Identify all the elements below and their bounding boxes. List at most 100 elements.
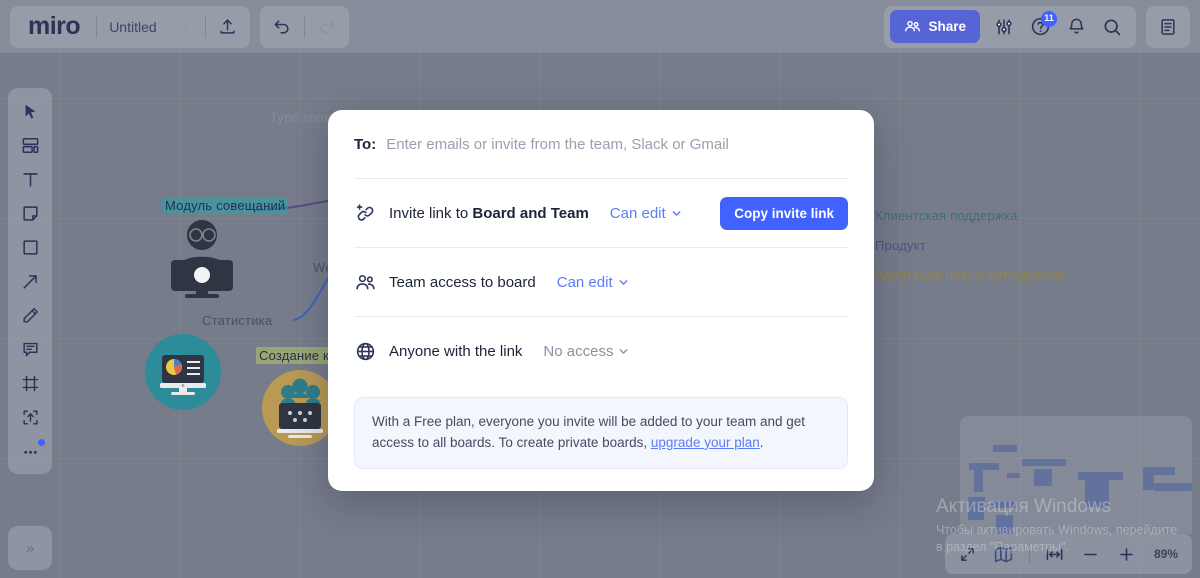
more-tools[interactable] <box>13 436 47 466</box>
star-icon[interactable] <box>165 9 201 45</box>
zoom-level-label[interactable]: 89% <box>1146 547 1186 561</box>
upload-tool[interactable] <box>13 402 47 432</box>
redo-icon[interactable] <box>309 9 345 45</box>
canvas-label-product: Продукт <box>875 238 926 253</box>
text-tool[interactable] <box>13 164 47 194</box>
notes-group <box>1146 5 1190 48</box>
placeholder-mid2: or <box>668 135 690 153</box>
minimap-item <box>1078 472 1123 480</box>
canvas-illustration-analytics <box>145 334 221 410</box>
help-badge: 11 <box>1041 10 1057 27</box>
canvas-ghost-text: Type some <box>270 110 336 125</box>
sliders-icon[interactable] <box>986 9 1022 45</box>
invite-link-label: Invite link to Board and Team <box>389 205 589 222</box>
frame-tool[interactable] <box>13 368 47 398</box>
email-input[interactable]: Enter emails or invite from the team, Sl… <box>386 135 848 153</box>
anyone-with-link-row: Anyone with the link No access <box>328 317 874 385</box>
invite-link-permission-select[interactable]: Can edit <box>610 205 682 222</box>
divider <box>204 15 206 38</box>
anyone-permission-value: No access <box>543 342 614 360</box>
pen-tool[interactable] <box>13 300 47 330</box>
search-icon[interactable] <box>1094 9 1130 45</box>
invite-link-prefix: Invite link to <box>389 204 473 222</box>
minimap-item <box>1034 469 1052 486</box>
free-plan-notice: With a Free plan, everyone you invite wi… <box>354 397 848 469</box>
divider <box>303 15 305 38</box>
minimap-item <box>1007 473 1020 478</box>
to-label: To: <box>354 135 377 153</box>
frame-icon <box>21 374 40 393</box>
chevron-down-icon <box>618 277 629 288</box>
minimap-item <box>1154 483 1192 491</box>
anyone-with-link-label: Anyone with the link <box>389 342 523 360</box>
canvas-illustration-person <box>165 218 240 298</box>
map-icon[interactable] <box>987 538 1021 570</box>
link-plus-icon <box>354 203 376 224</box>
minimap-item <box>968 505 984 520</box>
cursor-tool[interactable] <box>13 96 47 126</box>
templates-tool[interactable] <box>13 130 47 160</box>
team-access-permission-select[interactable]: Can edit <box>557 274 629 291</box>
upload-box-icon <box>21 408 40 427</box>
team-access-permission-value: Can edit <box>556 273 613 291</box>
canvas-label-onboarding: Адаптация новых сотрудников <box>875 267 1065 282</box>
bell-icon[interactable] <box>1058 9 1094 45</box>
expand-panel-button[interactable]: » <box>8 526 52 570</box>
minimap-item <box>993 445 1017 452</box>
minimap-item <box>1085 480 1109 507</box>
miro-logo[interactable]: miro <box>14 14 92 39</box>
share-label: Share <box>928 19 966 34</box>
left-toolbar <box>8 88 52 474</box>
comment-icon <box>21 340 40 359</box>
minimap-item <box>996 515 1013 534</box>
upgrade-plan-link[interactable]: upgrade your plan <box>651 435 760 450</box>
divider <box>96 15 98 38</box>
collapse-arrows-icon[interactable] <box>951 538 985 570</box>
copy-invite-link-button[interactable]: Copy invite link <box>720 196 848 230</box>
history-group <box>259 5 349 48</box>
team-link[interactable]: team <box>589 135 623 153</box>
minimap-item <box>1022 459 1066 466</box>
top-actions-group: Share 11 <box>884 5 1190 48</box>
comment-tool[interactable] <box>13 334 47 364</box>
help-button[interactable]: 11 <box>1022 9 1058 45</box>
zoom-in-button[interactable] <box>1110 538 1144 570</box>
miro-board-app: Type some Модуль совещаний Статистика We… <box>0 0 1200 578</box>
minimap-panel[interactable] <box>960 416 1192 534</box>
invite-link-row: Invite link to Board and Team Can edit C… <box>328 179 874 247</box>
actions-group: Share 11 <box>884 5 1136 48</box>
minimap-item <box>969 463 999 470</box>
gmail-link[interactable]: Gmail <box>689 135 729 153</box>
arrow-icon <box>21 272 40 291</box>
pen-icon <box>21 306 40 325</box>
ellipsis-icon <box>21 442 40 461</box>
minimap-item <box>991 502 1017 508</box>
sticky-note-icon <box>21 204 40 223</box>
document-icon[interactable] <box>1150 9 1186 45</box>
sticky-note-tool[interactable] <box>13 198 47 228</box>
upload-icon[interactable] <box>210 9 246 45</box>
anyone-permission-select[interactable]: No access <box>543 343 629 360</box>
shape-tool[interactable] <box>13 232 47 262</box>
board-title[interactable]: Untitled <box>101 19 164 35</box>
canvas-label-statistics: Статистика <box>202 313 273 328</box>
text-icon <box>21 170 40 189</box>
invite-link-permission-value: Can edit <box>609 204 666 222</box>
zoom-toolbar: 89% <box>944 534 1192 574</box>
placeholder-prefix: Enter emails or invite from the <box>386 135 590 153</box>
chevron-double-right-icon: » <box>25 539 35 557</box>
team-access-label: Team access to board <box>389 273 536 291</box>
people-icon <box>904 18 921 35</box>
share-button[interactable]: Share <box>890 10 980 43</box>
slack-link[interactable]: Slack <box>631 135 669 153</box>
templates-icon <box>21 136 40 155</box>
connector-tool[interactable] <box>13 266 47 296</box>
chevron-down-icon <box>618 346 629 357</box>
minimap-item <box>1143 467 1175 475</box>
board-info-group: miro Untitled <box>10 5 250 48</box>
invite-link-scope: Board and Team <box>472 204 589 222</box>
undo-icon[interactable] <box>264 9 300 45</box>
square-icon <box>21 238 40 257</box>
fit-width-icon[interactable] <box>1038 538 1072 570</box>
zoom-out-button[interactable] <box>1074 538 1108 570</box>
